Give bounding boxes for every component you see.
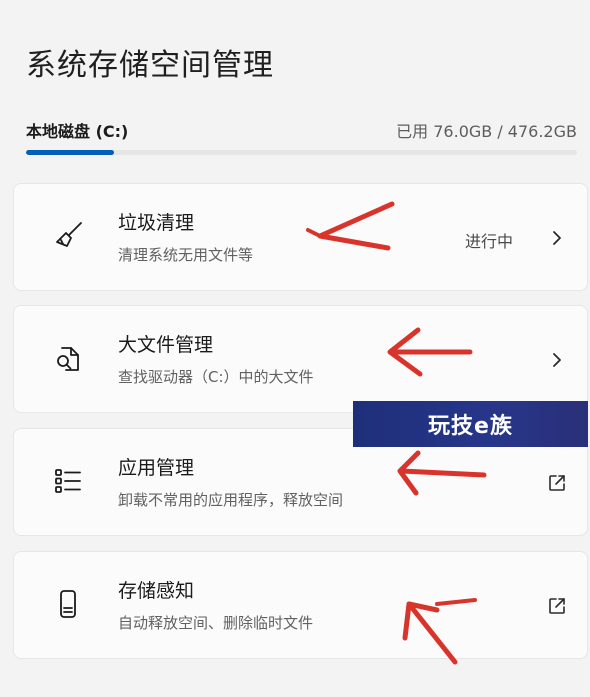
disk-usage: 已用 76.0GB / 476.2GB [396, 122, 577, 141]
page-title: 系统存储空间管理 [26, 48, 274, 83]
item-label: 应用管理 [118, 457, 195, 479]
list-icon [52, 465, 84, 497]
item-label: 垃圾清理 [118, 212, 195, 234]
item-label: 大文件管理 [118, 334, 214, 356]
broom-icon [52, 220, 84, 252]
phone-storage-icon [52, 588, 84, 620]
disk-summary: 本地磁盘 (C:) 已用 76.0GB / 476.2GB [26, 118, 577, 142]
disk-name: 本地磁盘 (C:) [26, 122, 129, 141]
junk-cleanup-card[interactable]: 垃圾清理 清理系统无用文件等 进行中 [13, 183, 588, 291]
item-description: 查找驱动器（C:）中的大文件 [118, 368, 314, 386]
status-text: 进行中 [464, 232, 513, 251]
disk-usage-fill [26, 150, 115, 155]
item-description: 卸载不常用的应用程序，释放空间 [118, 491, 344, 509]
chevron-right-icon [549, 350, 565, 370]
item-label: 存储感知 [118, 580, 195, 602]
item-description: 自动释放空间、删除临时文件 [118, 614, 314, 632]
large-files-card[interactable]: 大文件管理 查找驱动器（C:）中的大文件 [13, 305, 588, 413]
storage-sense-card[interactable]: 存储感知 自动释放空间、删除临时文件 [13, 551, 588, 659]
external-link-icon [547, 596, 567, 616]
external-link-icon [547, 473, 567, 493]
chevron-right-icon [549, 228, 565, 248]
watermark-logo: 玩技e族 [353, 401, 588, 447]
item-description: 清理系统无用文件等 [118, 246, 254, 264]
file-search-icon [52, 342, 84, 374]
disk-usage-bar [26, 150, 577, 155]
